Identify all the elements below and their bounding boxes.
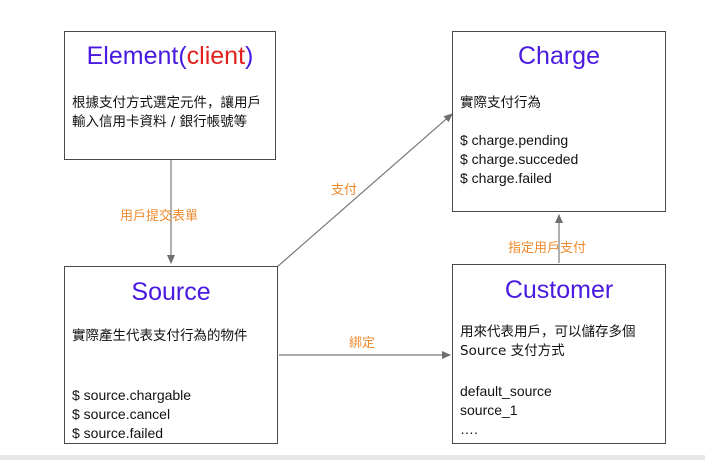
source-node-title: Source: [131, 278, 211, 306]
element-title-text: Element(: [86, 42, 187, 70]
source-node-description: 實際產生代表支付行為的物件: [72, 328, 248, 344]
arrow-source-to-charge: [276, 113, 453, 268]
element-node-description: 根據支付方式選定元件，讓用戶輸入信用卡資料 / 銀行帳號等: [72, 95, 261, 130]
charge-node: Charge 實際支付行為 $ charge.pending $ charge.…: [452, 31, 666, 212]
element-title-end: ): [245, 42, 254, 70]
element-title-highlight: client: [186, 42, 246, 70]
edge-label-pay: 支付: [331, 183, 358, 198]
edge-label-bind: 綁定: [349, 336, 376, 351]
source-event-item: $ source.failed: [72, 425, 164, 441]
customer-source-item: source_1: [460, 402, 518, 418]
charge-event-item: $ charge.pending: [460, 132, 569, 148]
charge-event-list: $ charge.pending $ charge.succeded $ cha…: [460, 131, 578, 188]
charge-node-description: 實際支付行為: [460, 95, 541, 111]
bottom-divider: [0, 455, 705, 460]
charge-event-item: $ charge.failed: [460, 170, 552, 186]
charge-node-title: Charge: [518, 42, 600, 70]
source-node: Source 實際產生代表支付行為的物件 $ source.chargable …: [64, 266, 278, 444]
customer-source-item: default_source: [460, 383, 552, 399]
source-event-item: $ source.chargable: [72, 387, 192, 403]
customer-node-title: Customer: [504, 276, 614, 304]
element-node-title: Element(client): [65, 42, 275, 71]
element-node: Element(client) 根據支付方式選定元件，讓用戶輸入信用卡資料 / …: [64, 31, 276, 160]
charge-event-item: $ charge.succeded: [460, 151, 579, 167]
customer-node: Customer 用來代表用戶，可以儲存多個Source 支付方式 defaul…: [452, 264, 666, 444]
customer-node-description: 用來代表用戶，可以儲存多個Source 支付方式: [460, 324, 636, 359]
source-event-item: $ source.cancel: [72, 406, 171, 422]
edge-label-submit-form: 用戶提交表單: [120, 209, 199, 224]
source-event-list: $ source.chargable $ source.cancel $ sou…: [72, 386, 191, 443]
customer-source-item: ….: [460, 421, 478, 437]
edge-label-assign-customer: 指定用戶支付: [508, 241, 587, 256]
customer-source-list: default_source source_1 ….: [460, 382, 552, 439]
